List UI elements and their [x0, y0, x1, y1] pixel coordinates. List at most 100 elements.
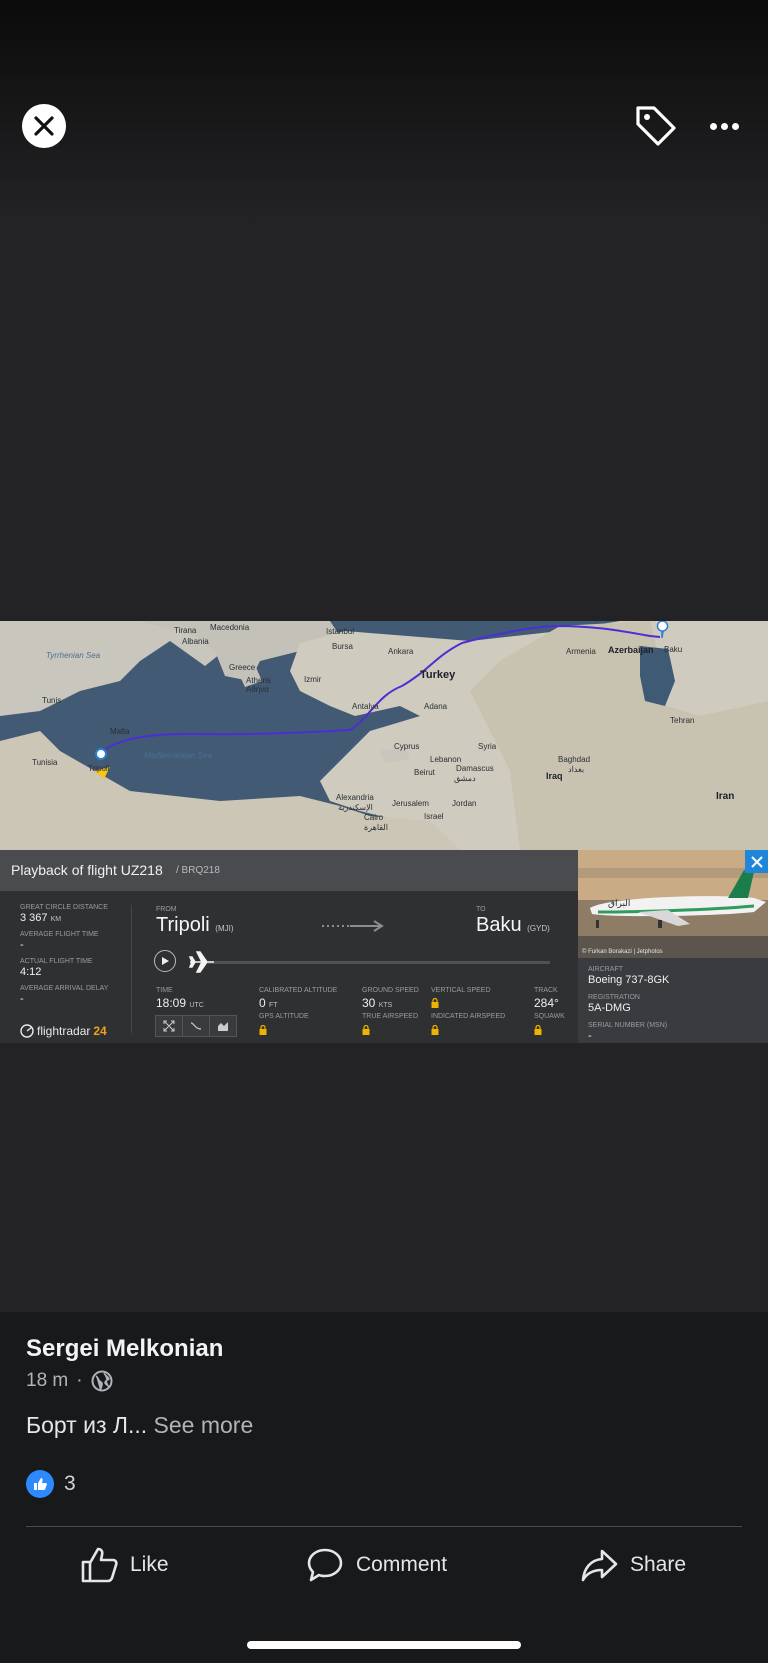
- map-label: Alexandria: [336, 793, 374, 802]
- meta-separator: ·: [76, 1370, 83, 1391]
- map-label: Turkey: [420, 669, 456, 681]
- like-reaction-icon: [26, 1470, 54, 1498]
- close-panel-button[interactable]: [745, 850, 768, 873]
- lock-icon: [259, 1025, 267, 1035]
- track-label: TRACK: [534, 987, 558, 994]
- home-indicator[interactable]: [247, 1641, 521, 1649]
- serial-number-label: SERIAL NUMBER (MSN): [588, 1022, 668, 1029]
- comment-icon: [307, 1548, 343, 1582]
- globe-icon: [91, 1370, 113, 1392]
- to-label: TO: [476, 906, 486, 913]
- map-label: Ankara: [388, 647, 414, 656]
- flightradar24-logo: flightradar 24: [20, 1024, 107, 1038]
- more-options-button[interactable]: [704, 112, 744, 140]
- map-label: Tyrrhenian Sea: [46, 651, 101, 660]
- map-label: Athens: [246, 676, 271, 685]
- aircraft-label: AIRCRAFT: [588, 966, 623, 973]
- plane-icon[interactable]: [188, 950, 216, 974]
- calibrated-altitude-label: CALIBRATED ALTITUDE: [259, 987, 338, 994]
- route-icon: [190, 1022, 202, 1030]
- great-circle-label: GREAT CIRCLE DISTANCE: [20, 904, 108, 911]
- time-value: 18:09 UTC: [156, 996, 204, 1010]
- map-label: Cairo: [364, 813, 384, 822]
- vertical-speed-label: VERTICAL SPEED: [431, 987, 491, 994]
- map-label: Greece: [229, 663, 256, 672]
- brand-text: flightradar: [37, 1024, 91, 1038]
- map-label: Istanbul: [326, 627, 355, 636]
- avg-arrival-delay-value: -: [20, 993, 24, 1005]
- map-label: Izmir: [304, 675, 322, 684]
- play-button[interactable]: [154, 950, 176, 972]
- actual-flight-time-label: ACTUAL FLIGHT TIME: [20, 958, 93, 965]
- map-label: Mediterranean Sea: [144, 751, 213, 760]
- map-label: Iraq: [546, 771, 563, 781]
- map-label: Bursa: [332, 642, 353, 651]
- lock-icon: [431, 998, 439, 1008]
- route-button[interactable]: [182, 1015, 210, 1037]
- playback-panel: Playback of flight UZ218 / BRQ218 GREAT …: [0, 850, 578, 1043]
- close-icon: [750, 855, 763, 868]
- playback-title: Playback of flight UZ218: [11, 862, 163, 878]
- registration-label: REGISTRATION: [588, 994, 640, 1001]
- lock-icon: [534, 1025, 542, 1035]
- map-label: Macedonia: [210, 623, 250, 632]
- altitude-graph-button[interactable]: [209, 1015, 237, 1037]
- squawk-label: SQUAWK: [534, 1013, 565, 1020]
- close-button[interactable]: [22, 104, 66, 148]
- expand-icon: [163, 1020, 175, 1032]
- see-more-link[interactable]: See more: [154, 1412, 254, 1438]
- map-label: Iran: [716, 791, 735, 802]
- map-label: Syria: [478, 742, 497, 751]
- lock-icon: [362, 1025, 370, 1035]
- map-label: Armenia: [566, 647, 596, 656]
- map-label: Baku: [664, 645, 683, 654]
- from-label: FROM: [156, 906, 177, 913]
- map-label: Tehran: [670, 716, 695, 725]
- map-label: Baghdad: [558, 755, 591, 764]
- play-icon: [162, 957, 169, 965]
- avg-flight-time-value: -: [20, 939, 24, 951]
- aircraft-value: Boeing 737-8GK: [588, 974, 670, 986]
- map-label: Tripoli: [88, 764, 110, 773]
- tag-button[interactable]: [632, 102, 680, 150]
- map-label: Beirut: [414, 768, 435, 777]
- share-icon: [581, 1549, 618, 1582]
- actions-divider: [26, 1526, 742, 1527]
- fullscreen-button[interactable]: [155, 1015, 183, 1037]
- true-airspeed-label: TRUE AIRSPEED: [362, 1013, 419, 1020]
- aircraft-photo: [578, 850, 768, 958]
- post-time[interactable]: 18 m: [26, 1370, 68, 1392]
- playback-callsign: / BRQ218: [176, 865, 220, 876]
- map-label: Israel: [424, 812, 444, 821]
- gps-altitude-label: GPS ALTITUDE: [259, 1013, 309, 1020]
- graph-icon: [218, 1022, 228, 1031]
- brand-number: 24: [93, 1024, 107, 1038]
- author-name[interactable]: Sergei Melkonian: [26, 1335, 223, 1363]
- playback-slider[interactable]: [208, 961, 550, 964]
- like-button[interactable]: Like: [80, 1546, 169, 1584]
- registration-value: 5A-DMG: [588, 1002, 631, 1014]
- map-label: Jerusalem: [392, 799, 429, 808]
- share-label: Share: [630, 1553, 687, 1576]
- map-label: دمشق: [454, 774, 476, 783]
- to-city: Baku (GYD): [476, 914, 550, 936]
- avg-arrival-delay-label: AVERAGE ARRIVAL DELAY: [20, 985, 109, 992]
- playback-header: Playback of flight UZ218 / BRQ218: [0, 850, 578, 891]
- map-label: Αθήνα: [246, 685, 269, 694]
- time-label: TIME: [156, 987, 173, 994]
- reaction-count: 3: [64, 1472, 76, 1495]
- comment-label: Comment: [356, 1553, 448, 1576]
- great-circle-value: 3 367 KM: [20, 912, 62, 924]
- aircraft-panel: البراق © Furkan Borakazi | Jetphotos AIR…: [578, 850, 768, 1043]
- ground-speed-value: 30 KTS: [362, 996, 393, 1010]
- tag-icon: [636, 106, 676, 146]
- share-button[interactable]: Share: [580, 1546, 686, 1584]
- reactions-summary[interactable]: 3: [26, 1470, 76, 1498]
- post-photo[interactable]: Tirana Albania Macedonia Istanbul Bursa …: [0, 621, 768, 1043]
- route-arrow-icon: [322, 920, 384, 932]
- comment-button[interactable]: Comment: [306, 1546, 447, 1584]
- post-text: Борт из Л... See more: [26, 1412, 253, 1439]
- map-label: Antalya: [352, 702, 379, 711]
- calibrated-altitude-value: 0 FT: [259, 996, 278, 1010]
- more-dot: [720, 122, 728, 130]
